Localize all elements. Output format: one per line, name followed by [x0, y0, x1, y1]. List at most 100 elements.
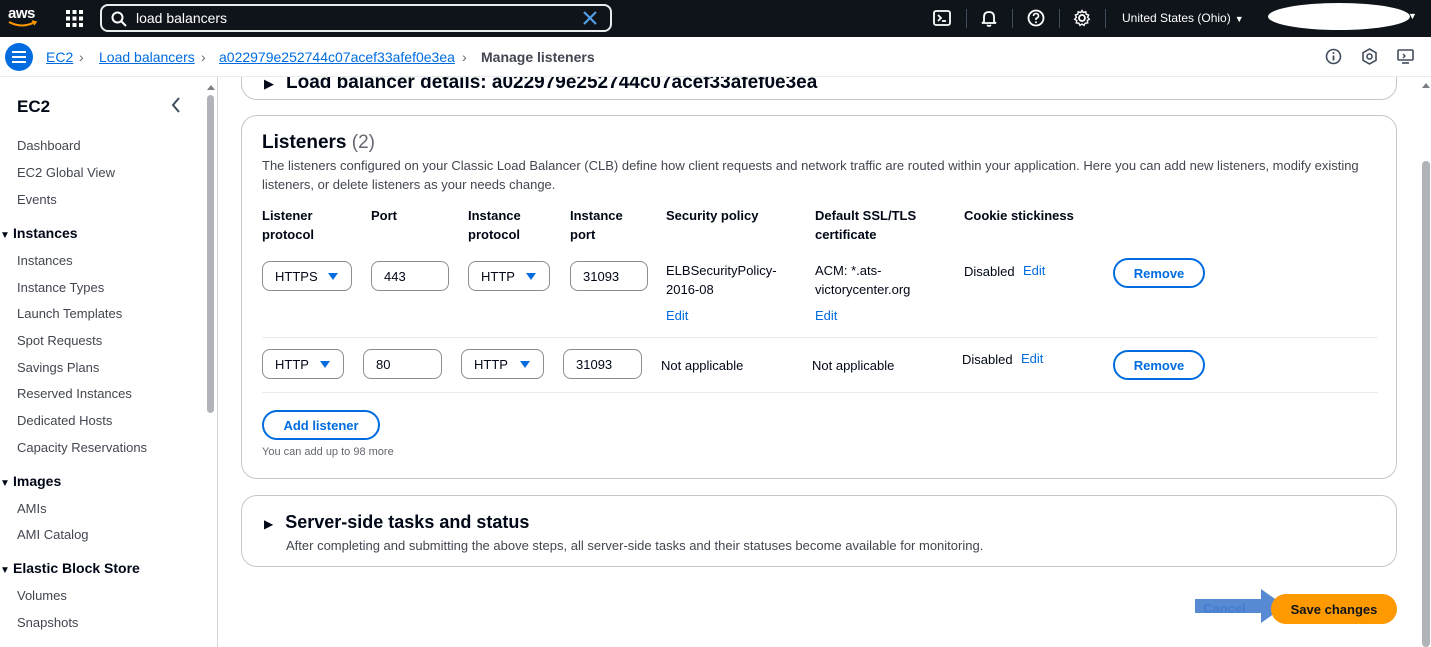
sidebar-item-savings-plans[interactable]: Savings Plans [17, 360, 99, 375]
sidebar-item-capacity-reservations[interactable]: Capacity Reservations [17, 440, 147, 455]
cell-line: 2016-08 [666, 282, 714, 297]
instance-protocol-select[interactable]: HTTP [461, 349, 544, 379]
remove-listener-button[interactable]: Remove [1113, 350, 1205, 380]
server-side-tasks-description: After completing and submitting the abov… [286, 538, 984, 553]
sidebar-scrollbar[interactable] [205, 85, 217, 645]
col-header-cookie-stickiness: Cookie stickiness [964, 208, 1074, 223]
sidebar-item-spot-requests[interactable]: Spot Requests [17, 333, 102, 348]
sidebar-item-volumes[interactable]: Volumes [17, 588, 67, 603]
sidebar-item-ami-catalog[interactable]: AMI Catalog [17, 527, 89, 542]
sidebar-item-launch-templates[interactable]: Launch Templates [17, 306, 122, 321]
sidebar-item-events[interactable]: Events [17, 192, 57, 207]
caret-down-icon: ▼ [0, 565, 10, 576]
col-header-line: Default SSL/TLS [815, 208, 917, 223]
main-scrollbar[interactable] [1420, 77, 1431, 647]
server-side-tasks-panel: ▶ Server-side tasks and status After comp… [241, 495, 1397, 567]
cell-line: ELBSecurityPolicy- [666, 263, 777, 278]
edit-cookie-stickiness-link[interactable]: Edit [1021, 351, 1043, 366]
col-header-line: Instance [570, 208, 623, 223]
col-header-instance-port: Instance port [570, 206, 623, 244]
scroll-up-icon[interactable] [1422, 83, 1430, 88]
listener-protocol-select[interactable]: HTTPS [262, 261, 352, 291]
breadcrumb-load-balancer-id[interactable]: a022979e252744c07acef33afef0e3ea [219, 49, 455, 65]
remove-listener-button[interactable]: Remove [1113, 258, 1205, 288]
instance-port-input[interactable] [563, 349, 642, 379]
listener-protocol-select[interactable]: HTTP [262, 349, 344, 379]
region-selector[interactable]: United States (Ohio) ▼ [1122, 11, 1244, 25]
caret-down-icon [328, 273, 338, 280]
server-side-tasks-toggle[interactable]: ▶ Server-side tasks and status [264, 512, 529, 533]
search-icon [111, 11, 127, 27]
add-listener-button[interactable]: Add listener [262, 410, 380, 440]
caret-down-icon: ▼ [0, 478, 10, 489]
caret-down-icon [520, 361, 530, 368]
sidebar-item-amis[interactable]: AMIs [17, 501, 47, 516]
port-input[interactable] [363, 349, 442, 379]
sidebar-item-instance-types[interactable]: Instance Types [17, 280, 104, 295]
gear-icon[interactable] [1073, 9, 1091, 27]
scrollbar-thumb[interactable] [1422, 161, 1430, 647]
sidebar-section-images[interactable]: ▼ Images [0, 473, 61, 489]
cloudshell-icon[interactable] [933, 9, 951, 27]
server-side-tasks-title: Server-side tasks and status [285, 512, 530, 532]
close-icon[interactable] [582, 10, 598, 26]
sidebar-item-reserved-instances[interactable]: Reserved Instances [17, 386, 132, 401]
port-input[interactable] [371, 261, 449, 291]
search-input[interactable] [136, 8, 576, 28]
edit-security-policy-link[interactable]: Edit [666, 308, 688, 323]
nav-divider [1012, 9, 1013, 28]
scroll-up-icon[interactable] [207, 85, 215, 90]
security-policy-value: Not applicable [661, 358, 744, 373]
edit-ssl-certificate-link[interactable]: Edit [815, 308, 837, 323]
sidebar-item-ec2-global-view[interactable]: EC2 Global View [17, 165, 115, 180]
col-header-ssl-certificate: Default SSL/TLS certificate [815, 206, 916, 244]
col-header-line: port [570, 227, 596, 242]
details-toggle[interactable]: ▶ Load balancer details: a022979e252744c0… [264, 77, 817, 94]
info-icon[interactable] [1325, 48, 1342, 65]
breadcrumb-ec2[interactable]: EC2 [46, 49, 73, 65]
bell-icon[interactable] [980, 9, 998, 27]
instance-protocol-select[interactable]: HTTP [468, 261, 550, 291]
hamburger-icon [12, 51, 26, 63]
caret-down-icon[interactable]: ▼ [1408, 11, 1417, 21]
sidebar-section-label: Elastic Block Store [13, 560, 140, 576]
nav-divider [966, 9, 967, 28]
breadcrumb-current: Manage listeners [481, 49, 595, 65]
security-policy-value: ELBSecurityPolicy- 2016-08 [666, 261, 777, 299]
col-header-line: Instance [468, 208, 521, 223]
scrollbar-thumb[interactable] [207, 95, 214, 413]
aws-logo[interactable]: aws [8, 5, 40, 31]
instance-port-input[interactable] [570, 261, 648, 291]
cookie-stickiness-value: Disabled [964, 264, 1015, 279]
help-icon[interactable] [1027, 9, 1045, 27]
sidebar-section-instances[interactable]: ▼ Instances [0, 225, 78, 241]
caret-right-icon: ▶ [264, 77, 274, 91]
breadcrumb-load-balancers[interactable]: Load balancers [99, 49, 195, 65]
sidebar-item-dedicated-hosts[interactable]: Dedicated Hosts [17, 413, 112, 428]
account-menu[interactable] [1268, 3, 1410, 30]
sidebar-item-instances[interactable]: Instances [17, 253, 73, 268]
chevron-left-icon[interactable] [168, 95, 184, 115]
sidebar-item-dashboard[interactable]: Dashboard [17, 138, 81, 153]
sidebar-title: EC2 [17, 97, 51, 116]
details-title: Load balancer details: a022979e252744c07… [286, 77, 818, 93]
listeners-panel: Listeners (2) The listeners configured o… [241, 115, 1397, 479]
screen-icon[interactable] [1397, 48, 1414, 65]
breadcrumb-bar: EC2 › Load balancers › a022979e252744c07… [0, 37, 1431, 77]
cookie-stickiness-value: Disabled [962, 352, 1013, 367]
menu-toggle-button[interactable] [5, 43, 33, 71]
search-box[interactable] [100, 4, 612, 32]
row-divider [262, 337, 1378, 338]
main-content: ▶ Load balancer details: a022979e252744c0… [219, 77, 1419, 647]
listeners-count: (2) [351, 132, 375, 153]
save-changes-button[interactable]: Save changes [1271, 594, 1397, 624]
caret-down-icon [320, 361, 330, 368]
listeners-heading: Listeners (2) [262, 132, 375, 154]
feedback-icon[interactable] [1361, 48, 1378, 65]
ssl-certificate-value: Not applicable [812, 358, 895, 373]
sidebar-section-elastic-block-store[interactable]: ▼ Elastic Block Store [0, 560, 140, 576]
nav-divider [1105, 9, 1106, 28]
edit-cookie-stickiness-link[interactable]: Edit [1023, 263, 1045, 278]
sidebar-item-snapshots[interactable]: Snapshots [17, 615, 78, 630]
grid-icon[interactable] [66, 10, 83, 27]
